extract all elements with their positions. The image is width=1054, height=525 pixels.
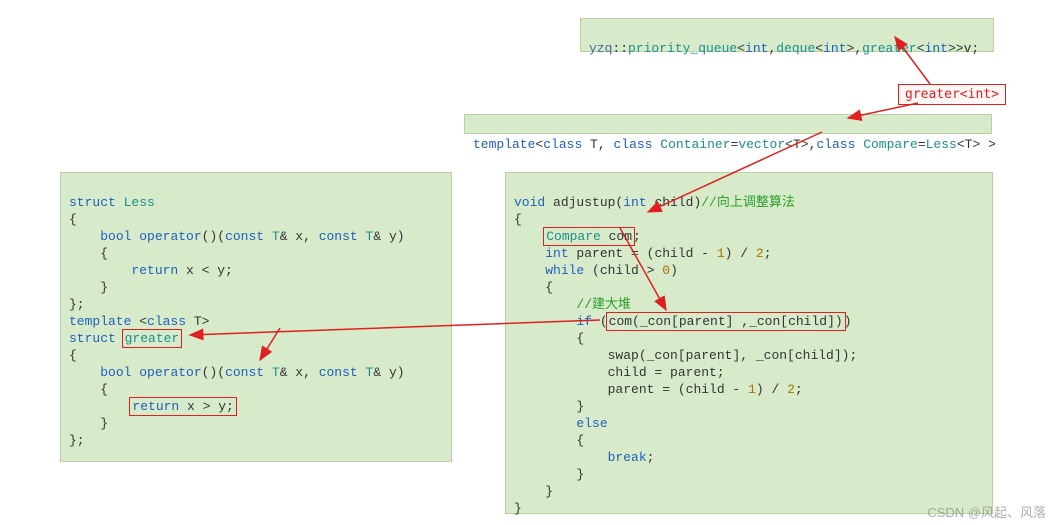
highlight-greater-struct: greater [122,329,183,348]
highlight-return-greater: return x > y; [129,397,236,416]
code-left-panel: struct Less { bool operator()(const T& x… [60,172,452,462]
highlight-com-call: com(_con[parent] ,_con[child]) [606,312,846,331]
type-priority-queue: priority_queue [628,41,737,56]
highlight-compare-com: Compare com [543,227,635,246]
annotation-greater-int: greater<int> [898,84,1006,105]
code-template-line: template<class T, class Container=vector… [464,114,992,134]
code-right-panel: void adjustup(int child)//向上调整算法 { Compa… [505,172,993,514]
ns: yzq [589,41,612,56]
code-top-usage: yzq::priority_queue<int,deque<int>,great… [580,18,994,52]
